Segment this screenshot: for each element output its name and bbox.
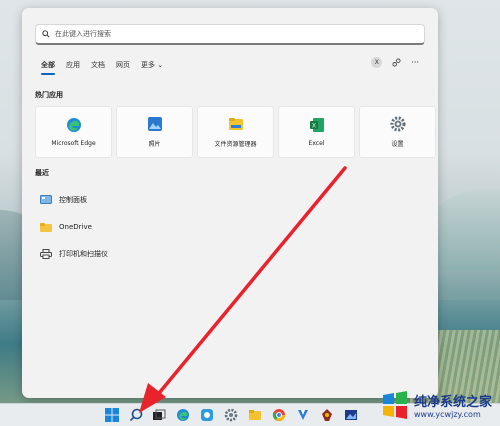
- printer-icon: [40, 248, 52, 259]
- recent-list: 控制面板 OneDrive 打印机和扫描仪: [40, 186, 108, 267]
- gear-icon: [390, 116, 405, 132]
- app-microsoft-edge[interactable]: Microsoft Edge: [35, 106, 112, 158]
- pinned-apps: Microsoft Edge 照片 文件资源管理器 X Excel 设置: [35, 106, 436, 158]
- search-placeholder: 在此键入进行搜索: [55, 30, 111, 38]
- store-icon[interactable]: [200, 408, 214, 422]
- photos-icon: [147, 117, 162, 131]
- more-options-icon[interactable]: ···: [411, 58, 419, 67]
- app-file-explorer[interactable]: 文件资源管理器: [197, 106, 274, 158]
- watermark-url: www.ycwjzy.com: [413, 410, 481, 419]
- app-label: 文件资源管理器: [214, 141, 257, 148]
- chevron-down-icon: ⌄: [157, 61, 164, 69]
- app-icon[interactable]: [344, 408, 358, 422]
- watermark: 纯净系统之家 www.ycwjzy.com: [380, 390, 492, 420]
- excel-icon: X: [309, 118, 324, 132]
- search-tabs: 全部 应用 文档 网页 更多 ⌄: [41, 60, 163, 75]
- app-excel[interactable]: X Excel: [278, 106, 355, 158]
- windows-start-icon[interactable]: [105, 408, 119, 422]
- tab-apps[interactable]: 应用: [66, 60, 80, 70]
- search-panel: 在此键入进行搜索 全部 应用 文档 网页 更多 ⌄ X ··· 热门应用 Mic…: [22, 8, 438, 398]
- tab-more-label: 更多: [141, 61, 155, 69]
- app-icon[interactable]: [296, 408, 310, 422]
- recent-item-control-panel[interactable]: 控制面板: [40, 186, 108, 213]
- share-icon[interactable]: [392, 58, 401, 67]
- watermark-title: 纯净系统之家: [413, 395, 492, 410]
- app-label: Microsoft Edge: [51, 140, 96, 147]
- app-label: 设置: [391, 141, 404, 148]
- edge-icon[interactable]: [176, 408, 190, 422]
- tab-documents[interactable]: 文档: [91, 60, 105, 70]
- chrome-icon[interactable]: [272, 408, 286, 422]
- search-input[interactable]: 在此键入进行搜索: [35, 24, 425, 45]
- app-photos[interactable]: 照片: [116, 106, 193, 158]
- watermark-text: 纯净系统之家 www.ycwjzy.com: [414, 391, 492, 419]
- tab-more[interactable]: 更多 ⌄: [141, 60, 163, 70]
- recent-item-onedrive[interactable]: OneDrive: [40, 213, 108, 240]
- game-icon[interactable]: [320, 408, 334, 422]
- search-icon[interactable]: [129, 408, 143, 422]
- recent-title: 最近: [35, 169, 49, 177]
- folder-icon[interactable]: [248, 408, 262, 422]
- control-panel-icon: [40, 194, 52, 204]
- pinned-apps-title: 热门应用: [35, 91, 63, 99]
- watermark-logo-icon: [382, 391, 407, 419]
- tab-web[interactable]: 网页: [116, 60, 130, 70]
- svg-text:X: X: [311, 124, 315, 130]
- task-view-icon[interactable]: [152, 408, 166, 422]
- app-label: 照片: [148, 141, 161, 148]
- tab-tools: X ···: [371, 57, 419, 68]
- edge-icon: [66, 118, 81, 132]
- avatar[interactable]: X: [371, 57, 383, 68]
- recent-item-label: OneDrive: [59, 222, 92, 231]
- recent-item-label: 控制面板: [59, 195, 87, 204]
- gear-icon[interactable]: [224, 408, 238, 422]
- folder-icon: [228, 118, 243, 130]
- tab-all[interactable]: 全部: [41, 60, 55, 75]
- app-label: Excel: [308, 140, 325, 147]
- folder-icon: [40, 222, 52, 232]
- search-icon: [42, 30, 50, 38]
- recent-item-label: 打印机和扫描仪: [59, 249, 108, 258]
- recent-item-printers[interactable]: 打印机和扫描仪: [40, 240, 108, 267]
- app-settings[interactable]: 设置: [359, 106, 436, 158]
